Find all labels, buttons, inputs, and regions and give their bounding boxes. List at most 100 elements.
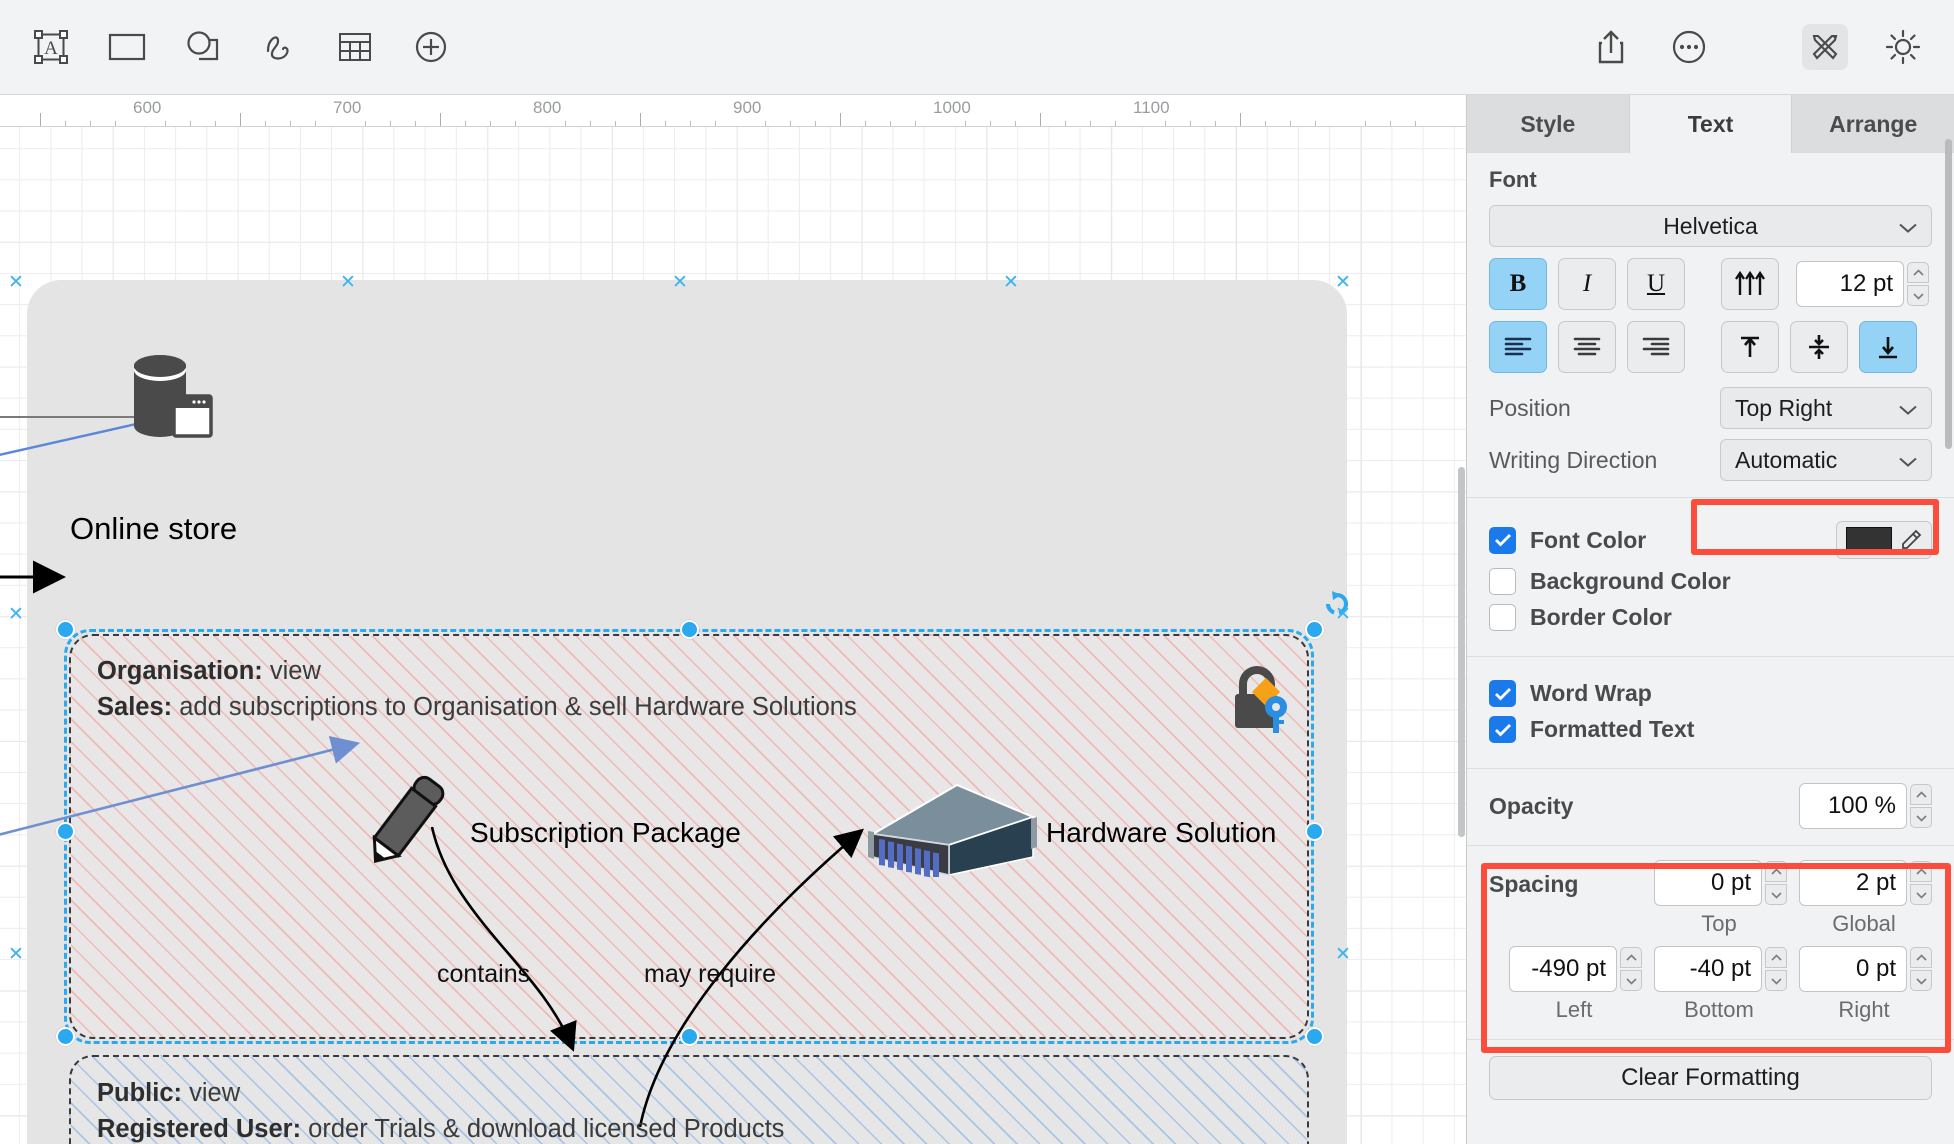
ruler-label-1000: 1000 — [933, 98, 971, 118]
spacing-right-stepper[interactable] — [1910, 947, 1932, 991]
formatted-text-checkbox[interactable] — [1489, 716, 1516, 743]
spacing-left-decrease[interactable] — [1620, 970, 1642, 991]
database-icon[interactable] — [128, 352, 214, 449]
spacing-left-stepper[interactable] — [1620, 947, 1642, 991]
opacity-input[interactable]: 100 % — [1799, 783, 1907, 829]
spacing-bottom-decrease[interactable] — [1765, 970, 1787, 991]
freehand-tool[interactable] — [256, 24, 302, 70]
server-rack-icon[interactable] — [865, 779, 1040, 882]
connection-point[interactable]: ✕ — [8, 947, 24, 963]
spacing-top-stepper[interactable] — [1765, 861, 1787, 905]
contains-edge-label: contains — [437, 960, 530, 989]
italic-button[interactable]: I — [1558, 258, 1616, 310]
position-select[interactable]: Top Right — [1720, 387, 1932, 429]
border-color-checkbox[interactable] — [1489, 604, 1516, 631]
font-size-stepper[interactable] — [1907, 262, 1929, 306]
resize-handle-sw[interactable] — [56, 1027, 75, 1046]
font-family-select[interactable]: Helvetica — [1489, 205, 1932, 247]
more-options-icon[interactable] — [1666, 24, 1712, 70]
font-color-swatch[interactable] — [1846, 527, 1892, 553]
font-size-increase[interactable] — [1907, 262, 1929, 283]
spacing-top-increase[interactable] — [1765, 861, 1787, 882]
opacity-stepper[interactable] — [1910, 784, 1932, 828]
resize-handle-se[interactable] — [1305, 1027, 1324, 1046]
format-tools-icon[interactable] — [1802, 24, 1848, 70]
resize-handle-e[interactable] — [1305, 822, 1324, 841]
spacing-bottom-stepper[interactable] — [1765, 947, 1787, 991]
spacing-right-decrease[interactable] — [1910, 970, 1932, 991]
spacing-top-input[interactable]: 0 pt — [1654, 860, 1762, 906]
align-bottom-button[interactable] — [1859, 321, 1917, 373]
spacing-global-input[interactable]: 2 pt — [1799, 860, 1907, 906]
resize-handle-n[interactable] — [680, 620, 699, 639]
align-left-button[interactable] — [1489, 321, 1547, 373]
share-icon[interactable] — [1588, 24, 1634, 70]
app-window: A — [0, 0, 1954, 1144]
may-require-edge-label: may require — [644, 960, 776, 989]
writing-direction-select[interactable]: Automatic — [1720, 439, 1932, 481]
writing-direction-value: Automatic — [1735, 447, 1837, 474]
font-size-input[interactable]: 12 pt — [1796, 261, 1904, 307]
word-wrap-checkbox[interactable] — [1489, 680, 1516, 707]
spacing-bottom-input[interactable]: -40 pt — [1654, 946, 1762, 992]
canvas-scrollbar[interactable] — [1457, 127, 1466, 1144]
sales-text-block[interactable]: Organisation: view Sales: add subscripti… — [97, 653, 857, 725]
spacing-global-stepper[interactable] — [1910, 861, 1932, 905]
spacing-left-input[interactable]: -490 pt — [1509, 946, 1617, 992]
add-tool[interactable] — [408, 24, 454, 70]
connection-point[interactable]: ✕ — [8, 607, 24, 623]
connection-point[interactable]: ✕ — [8, 275, 24, 291]
pencil-icon[interactable] — [360, 767, 450, 882]
canvas[interactable]: 600 700 800 — [0, 95, 1466, 1144]
spacing-right-input[interactable]: 0 pt — [1799, 946, 1907, 992]
table-tool[interactable] — [332, 24, 378, 70]
align-top-button[interactable] — [1721, 321, 1779, 373]
canvas-stage[interactable]: Online store Organisation: view Sales: a… — [0, 127, 1466, 1144]
font-color-picker[interactable] — [1836, 521, 1932, 559]
text-box-tool[interactable]: A — [28, 24, 74, 70]
position-row: Position Top Right — [1489, 387, 1932, 429]
chevron-down-icon — [1898, 447, 1918, 474]
word-wrap-row: Word Wrap — [1489, 680, 1932, 707]
connection-point[interactable]: ✕ — [1335, 947, 1351, 963]
shapes-tool[interactable] — [180, 24, 226, 70]
lock-key-icon[interactable] — [1229, 664, 1299, 741]
font-size-decrease[interactable] — [1907, 285, 1929, 306]
align-middle-button[interactable] — [1790, 321, 1848, 373]
connection-point[interactable]: ✕ — [672, 275, 688, 291]
appearance-icon[interactable] — [1880, 24, 1926, 70]
line-spacing-icon[interactable] — [1721, 258, 1779, 310]
resize-handle-nw[interactable] — [56, 620, 75, 639]
tab-arrange[interactable]: Arrange — [1792, 95, 1954, 153]
eyedropper-icon[interactable] — [1900, 529, 1922, 551]
tab-style[interactable]: Style — [1467, 95, 1630, 153]
connection-point[interactable]: ✕ — [1335, 275, 1351, 291]
clear-formatting-button[interactable]: Clear Formatting — [1489, 1056, 1932, 1100]
connection-point[interactable]: ✕ — [1335, 607, 1351, 623]
tab-text[interactable]: Text — [1630, 95, 1793, 153]
align-center-button[interactable] — [1558, 321, 1616, 373]
spacing-right-increase[interactable] — [1910, 947, 1932, 968]
resize-handle-w[interactable] — [56, 822, 75, 841]
font-color-checkbox[interactable] — [1489, 527, 1516, 554]
align-right-button[interactable] — [1627, 321, 1685, 373]
spacing-top-decrease[interactable] — [1765, 884, 1787, 905]
horizontal-ruler[interactable]: 600 700 800 — [0, 95, 1466, 127]
spacing-bottom-increase[interactable] — [1765, 947, 1787, 968]
spacing-global-increase[interactable] — [1910, 861, 1932, 882]
resize-handle-s[interactable] — [680, 1027, 699, 1046]
panel-scrollbar[interactable] — [1945, 139, 1952, 449]
connection-point[interactable]: ✕ — [1003, 275, 1019, 291]
underline-button[interactable]: U — [1627, 258, 1685, 310]
spacing-global-decrease[interactable] — [1910, 884, 1932, 905]
ruler-label-900: 900 — [733, 98, 761, 118]
opacity-increase[interactable] — [1910, 784, 1932, 805]
rectangle-tool[interactable] — [104, 24, 150, 70]
canvas-scrollbar-thumb[interactable] — [1458, 467, 1465, 837]
opacity-decrease[interactable] — [1910, 807, 1932, 828]
public-text-block[interactable]: Public: view Registered User: order Tria… — [97, 1075, 784, 1144]
connection-point[interactable]: ✕ — [340, 275, 356, 291]
spacing-left-increase[interactable] — [1620, 947, 1642, 968]
background-color-checkbox[interactable] — [1489, 568, 1516, 595]
bold-button[interactable]: B — [1489, 258, 1547, 310]
